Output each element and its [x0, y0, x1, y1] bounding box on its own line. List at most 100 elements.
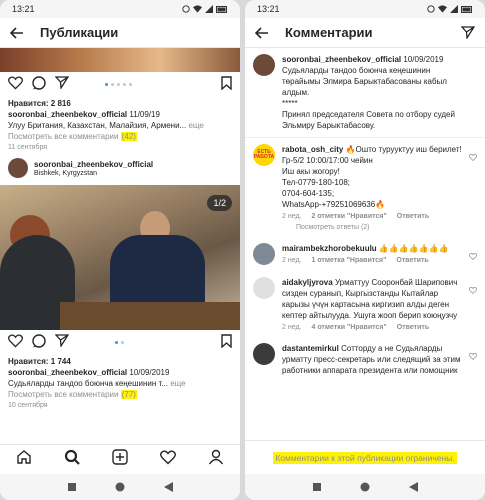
avatar[interactable]: [253, 277, 275, 299]
battery-icon: [461, 5, 472, 13]
top-bar: Комментарии: [245, 18, 485, 48]
home-icon[interactable]: [16, 449, 32, 470]
comment-author[interactable]: mairambekzhorobekuulu: [282, 244, 377, 253]
comment-line: Тел-0779-180-108;: [282, 178, 350, 187]
like-comment-heart-icon[interactable]: [468, 347, 478, 365]
caption-text: Судьяларды тандоо боюнча кеңешинин т...: [8, 379, 168, 388]
back-arrow-icon[interactable]: [8, 24, 26, 42]
comment-line: 👍👍👍👍👍👍👍: [378, 244, 449, 253]
comment-icon[interactable]: [32, 75, 46, 95]
back-button[interactable]: [408, 482, 418, 492]
view-comments-link[interactable]: Посмотреть все комментарии (77): [8, 389, 232, 400]
more-link[interactable]: еще: [170, 379, 185, 388]
reply-button[interactable]: Ответить: [397, 213, 429, 220]
comment-likes[interactable]: 1 отметка "Нравится": [311, 257, 386, 264]
posts-screen: 13:21 Публикации Нравится: 2 816 sooronb…: [0, 0, 240, 500]
likes-count[interactable]: Нравится: 1 744: [8, 356, 232, 367]
alarm-icon: [182, 5, 190, 13]
avatar[interactable]: [253, 243, 275, 265]
view-replies-link[interactable]: Посмотреть ответы (2): [282, 224, 467, 231]
caption-author[interactable]: sooronbai_zheenbekov_official: [282, 55, 401, 64]
comment-item: mairambekzhorobekuulu 👍👍👍👍👍👍👍 2 нед. 1 от…: [245, 237, 485, 271]
comment-line: 0704-604-135;: [282, 189, 335, 198]
comment-author[interactable]: dastantemirkul: [282, 344, 339, 353]
signal-icon: [205, 5, 213, 13]
comment-item: aidakyljyrova Урматтуу Сооронбай Шарипов…: [245, 271, 485, 337]
status-time: 13:21: [12, 4, 35, 14]
status-bar: 13:21: [245, 0, 485, 18]
caption-date: 10/09/2019: [403, 55, 444, 64]
comment-author[interactable]: aidakyljyrova: [282, 278, 333, 287]
caption-text-ky: Судьяларды тандоо боюнча кеңешинин төрай…: [282, 66, 447, 97]
reply-button[interactable]: Ответить: [397, 324, 429, 331]
comment-likes[interactable]: 4 отметки "Нравится": [311, 324, 386, 331]
post-author[interactable]: sooronbai_zheenbekov_official: [34, 159, 153, 170]
post-photo-partial[interactable]: [0, 48, 240, 72]
post2-header: sooronbai_zheenbekov_official Bishkek, K…: [0, 151, 240, 185]
like-comment-heart-icon[interactable]: [468, 281, 478, 299]
back-arrow-icon[interactable]: [253, 24, 271, 42]
avatar[interactable]: [8, 158, 28, 178]
status-bar: 13:21: [0, 0, 240, 18]
bookmark-icon[interactable]: [221, 333, 232, 353]
comment-line: Иш акы жогору!: [282, 167, 340, 176]
search-icon[interactable]: [64, 449, 80, 470]
recents-button[interactable]: [312, 482, 322, 492]
alarm-icon: [427, 5, 435, 13]
bookmark-icon[interactable]: [221, 75, 232, 95]
recents-button[interactable]: [67, 482, 77, 492]
wifi-icon: [438, 5, 447, 13]
system-nav: [245, 474, 485, 500]
caption-author[interactable]: sooronbai_zheenbekov_official: [8, 368, 127, 377]
post-location[interactable]: Bishkek, Kyrgyzstan: [34, 170, 153, 177]
share-icon[interactable]: [54, 334, 70, 352]
post-time: 10 сентября: [8, 402, 48, 409]
post1-details: Нравится: 2 816 sooronbai_zheenbekov_off…: [0, 98, 240, 151]
new-post-icon[interactable]: [112, 449, 128, 470]
bottom-nav: [0, 444, 240, 474]
caption-date: 10/09/2019: [129, 368, 170, 377]
limited-notice-text: Комментарии к этой публикации ограничены…: [273, 451, 457, 464]
comment-likes[interactable]: 2 отметки "Нравится": [311, 213, 386, 220]
heart-icon[interactable]: [8, 75, 23, 95]
caption-text-ru: Принял председателя Совета по отбору суд…: [282, 110, 455, 130]
comments-limited-notice: Комментарии к этой публикации ограничены…: [245, 440, 485, 474]
comment-author[interactable]: rabota_osh_city: [282, 145, 343, 154]
share-icon[interactable]: [459, 24, 477, 42]
like-comment-heart-icon[interactable]: [468, 148, 478, 166]
avatar[interactable]: [253, 54, 275, 76]
comment-time: 2 нед.: [282, 257, 302, 264]
home-button[interactable]: [360, 482, 370, 492]
post-time: 11 сентября: [8, 144, 48, 151]
heart-icon[interactable]: [8, 333, 23, 353]
more-link[interactable]: еще: [188, 121, 203, 130]
post-actions: [0, 72, 240, 98]
profile-icon[interactable]: [208, 449, 224, 470]
comment-item: ЕСТЬ РАБОТА rabota_osh_city 🔥Ошто туруук…: [245, 138, 485, 237]
comment-time: 2 нед.: [282, 213, 302, 220]
reply-button[interactable]: Ответить: [396, 257, 428, 264]
activity-heart-icon[interactable]: [160, 450, 176, 470]
status-time: 13:21: [257, 4, 280, 14]
page-title: Комментарии: [285, 25, 373, 40]
system-nav: [0, 474, 240, 500]
wifi-icon: [193, 5, 202, 13]
view-comments-link[interactable]: Посмотреть все комментарии (42): [8, 131, 232, 142]
comment-icon[interactable]: [32, 333, 46, 353]
home-button[interactable]: [115, 482, 125, 492]
photo-counter: 1/2: [207, 195, 232, 211]
share-icon[interactable]: [54, 76, 70, 94]
post2-actions: [0, 330, 240, 356]
post-caption: sooronbai_zheenbekov_official 10/09/2019…: [245, 48, 485, 137]
caption-author[interactable]: sooronbai_zheenbekov_official: [8, 110, 127, 119]
back-button[interactable]: [163, 482, 173, 492]
like-comment-heart-icon[interactable]: [468, 247, 478, 265]
top-bar: Публикации: [0, 18, 240, 48]
post2-photo[interactable]: 1/2: [0, 185, 240, 330]
caption-text: Улуу Британия, Казахстан, Малайзия, Арме…: [8, 121, 187, 130]
avatar[interactable]: ЕСТЬ РАБОТА: [253, 144, 275, 166]
avatar[interactable]: [253, 343, 275, 365]
likes-count[interactable]: Нравится: 2 816: [8, 98, 232, 109]
comment-count: (77): [120, 390, 137, 399]
comment-count: (42): [120, 132, 137, 141]
